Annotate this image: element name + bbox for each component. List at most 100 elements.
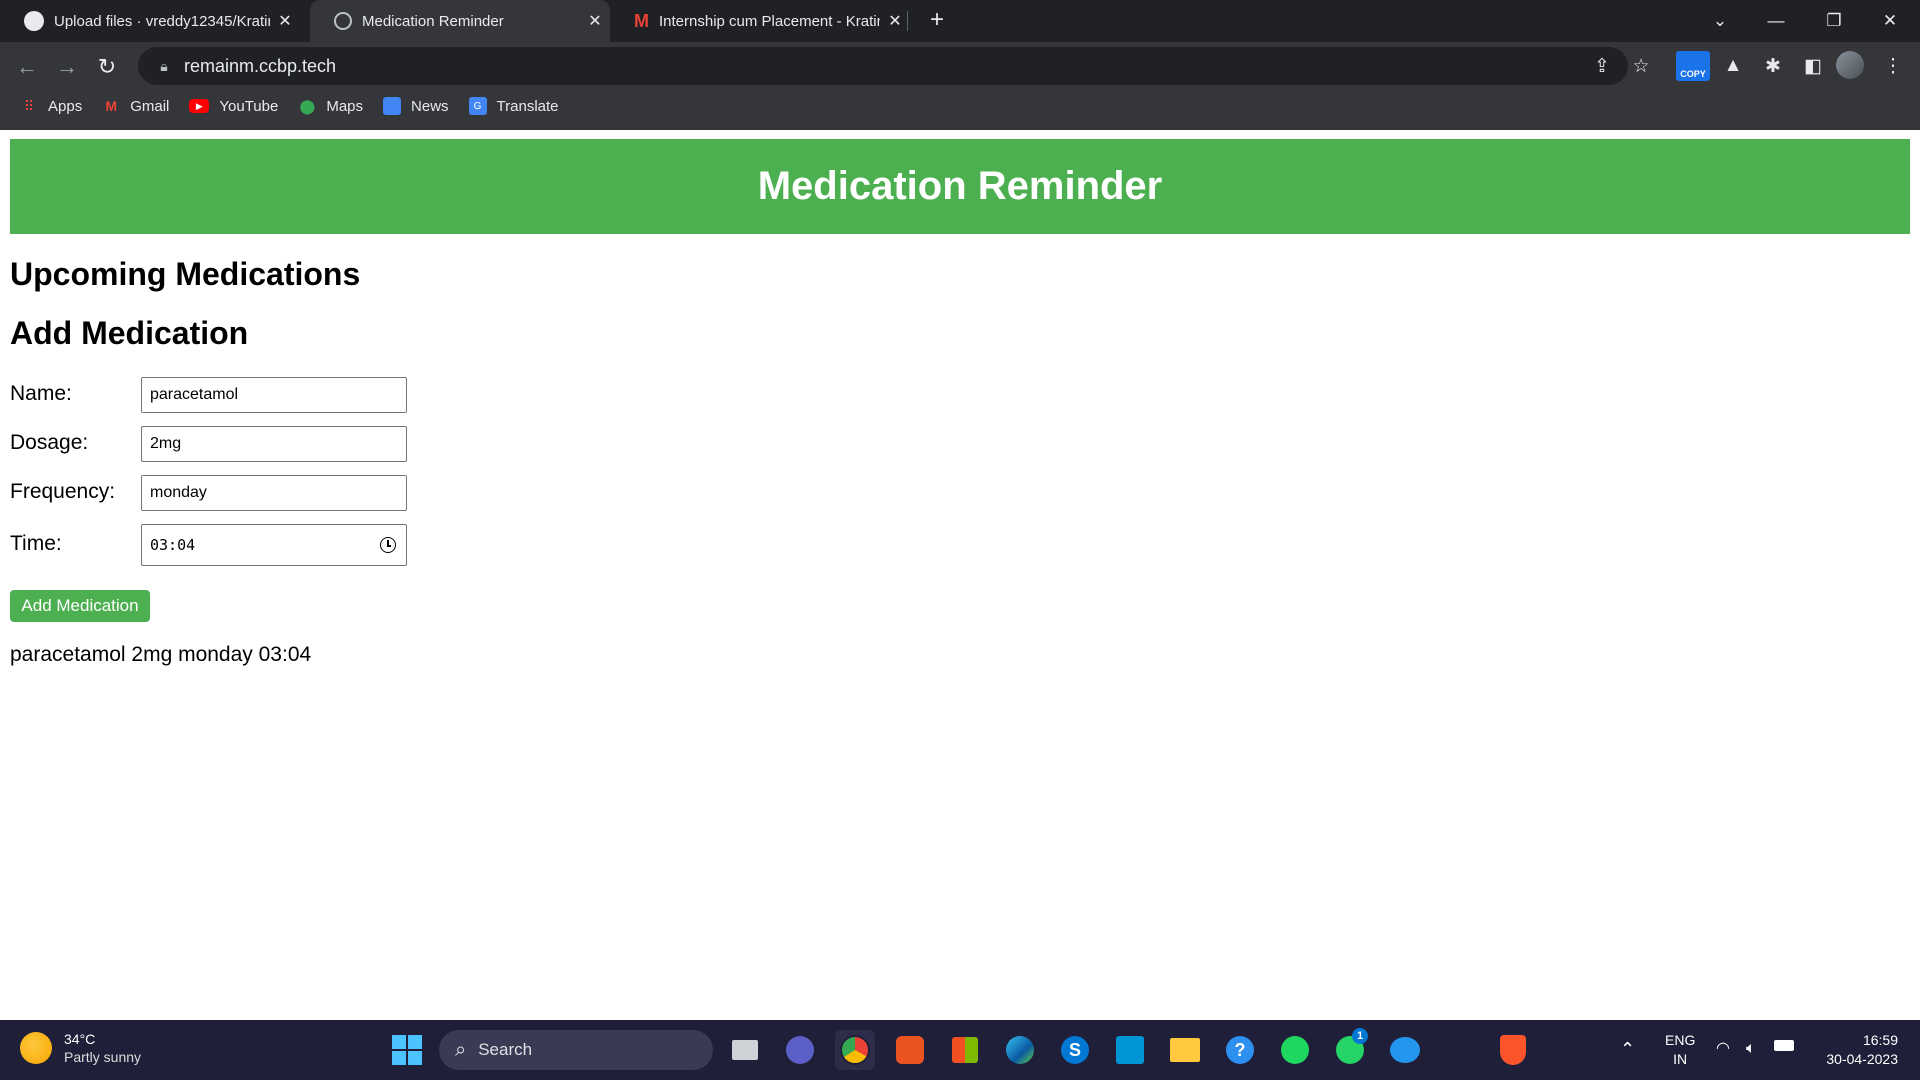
globe-icon <box>334 12 352 30</box>
gmail-icon: M <box>634 10 649 31</box>
myhp-icon[interactable] <box>1110 1030 1150 1070</box>
bookmark-maps[interactable]: ⬤ Maps <box>298 97 363 115</box>
restore-icon[interactable]: ❐ <box>1806 0 1862 42</box>
bookmark-label: Maps <box>326 97 364 115</box>
file-explorer-icon[interactable] <box>1165 1030 1205 1070</box>
time-input[interactable]: 03:04 <box>141 524 407 566</box>
time-value[interactable]: 03:04 <box>150 536 195 554</box>
youtube-icon: ▶ <box>189 99 210 113</box>
brave-icon[interactable] <box>1493 1030 1533 1070</box>
close-icon[interactable]: ✕ <box>580 11 610 31</box>
copy-extension-icon[interactable]: COPY <box>1676 50 1710 82</box>
browser-tabstrip: Upload files · vreddy12345/Kratin ✕ Medi… <box>0 0 1920 42</box>
address-bar[interactable]: 🔒︎ remainm.ccbp.tech <box>138 47 1628 85</box>
new-tab-button[interactable]: + <box>922 6 952 36</box>
close-icon[interactable]: ✕ <box>880 11 910 31</box>
microsoft-store-icon[interactable] <box>945 1030 985 1070</box>
volume-icon[interactable]: 🔈︎ <box>1746 1039 1756 1058</box>
taskbar-search[interactable]: ⌕ Search <box>439 1030 713 1070</box>
windows-taskbar: 34°C Partly sunny ⌕ Search S ? 1 ⌃ ENG I… <box>0 1020 1920 1080</box>
wifi-icon[interactable]: ◠ <box>1716 1039 1730 1058</box>
docker-icon[interactable] <box>1385 1030 1425 1070</box>
dosage-label: Dosage: <box>10 431 89 454</box>
drive-extension-icon[interactable]: ▲ <box>1716 50 1750 82</box>
apps-grid-icon: ⠿ <box>23 97 35 114</box>
copy-badge: COPY <box>1676 51 1710 81</box>
name-label: Name: <box>10 382 72 405</box>
language-code: ENG <box>1665 1032 1696 1048</box>
tab-medication-reminder[interactable]: Medication Reminder ✕ <box>310 0 610 42</box>
spotify-icon[interactable] <box>1275 1030 1315 1070</box>
minimize-icon[interactable]: — <box>1748 0 1804 42</box>
chrome-icon[interactable] <box>835 1030 875 1070</box>
bookmark-label: Apps <box>48 97 83 115</box>
ubuntu-icon[interactable] <box>890 1030 930 1070</box>
tab-title: Internship cum Placement - Kratin <box>659 12 880 30</box>
tab-title: Medication Reminder <box>362 12 504 30</box>
clock-time: 16:59 <box>1862 1032 1898 1048</box>
windows-start-icon[interactable] <box>387 1030 427 1070</box>
tab-upload-files[interactable]: Upload files · vreddy12345/Kratin ✕ <box>0 0 300 42</box>
reload-icon[interactable]: ↻ <box>90 50 124 84</box>
search-label: Search <box>478 1040 533 1059</box>
medication-list-item: paracetamol 2mg monday 03:04 <box>10 643 312 666</box>
weather-widget[interactable]: 34°C Partly sunny <box>20 1030 141 1066</box>
share-icon[interactable]: ⇪ <box>1587 51 1617 81</box>
bookmarks-bar: ⠿ Apps M Gmail ▶ YouTube ⬤ Maps News G T… <box>0 94 559 118</box>
get-help-icon[interactable]: ? <box>1220 1030 1260 1070</box>
dosage-input[interactable]: 2mg <box>141 426 407 462</box>
name-input[interactable]: paracetamol <box>141 377 407 413</box>
menu-kebab-icon[interactable]: ⋮ <box>1876 50 1910 82</box>
clock-icon[interactable] <box>380 537 396 553</box>
tab-title: Upload files · vreddy12345/Kratin <box>54 12 270 30</box>
web-page: Medication Reminder Upcoming Medications… <box>0 130 1920 1020</box>
bookmark-apps[interactable]: ⠿ Apps <box>20 97 82 115</box>
whatsapp-icon[interactable]: 1 <box>1330 1028 1370 1070</box>
bookmark-label: Translate <box>496 97 559 115</box>
clock-date: 30-04-2023 <box>1826 1051 1898 1067</box>
window-close-icon[interactable]: ✕ <box>1862 0 1918 42</box>
search-icon: ⌕ <box>455 1038 467 1061</box>
bookmark-gmail[interactable]: M Gmail <box>102 97 169 115</box>
battery-icon[interactable] <box>1774 1040 1794 1051</box>
tab-internship[interactable]: M Internship cum Placement - Kratin ✕ <box>610 0 910 42</box>
side-panel-icon[interactable]: ◧ <box>1796 50 1830 82</box>
maps-pin-icon: ⬤ <box>299 97 316 114</box>
partly-sunny-icon <box>20 1032 52 1064</box>
url-text[interactable]: remainm.ccbp.tech <box>184 56 336 77</box>
back-arrow-icon[interactable]: ← <box>10 50 44 84</box>
bookmark-news[interactable]: News <box>383 97 449 115</box>
language-indicator[interactable]: ENG IN <box>1665 1031 1695 1069</box>
edge-icon[interactable] <box>1000 1030 1040 1070</box>
system-clock[interactable]: 16:59 30-04-2023 <box>1812 1031 1898 1069</box>
lock-icon[interactable]: 🔒︎ <box>144 58 184 75</box>
notification-badge: 1 <box>1352 1028 1368 1044</box>
tab-search-chevron-icon[interactable]: ⌄ <box>1692 0 1748 42</box>
skype-icon[interactable]: S <box>1055 1030 1095 1070</box>
app-header: Medication Reminder <box>10 139 1910 234</box>
task-view-icon[interactable] <box>725 1030 765 1070</box>
time-label: Time: <box>10 532 62 555</box>
news-icon <box>383 97 402 115</box>
frequency-input[interactable]: monday <box>141 475 407 511</box>
close-icon[interactable]: ✕ <box>270 11 300 31</box>
github-icon <box>24 11 44 31</box>
extensions-puzzle-icon[interactable]: ✱ <box>1756 50 1790 82</box>
region-code: IN <box>1673 1051 1688 1067</box>
teams-chat-icon[interactable] <box>780 1030 820 1070</box>
add-medication-button[interactable]: Add Medication <box>10 590 150 622</box>
bookmark-translate[interactable]: G Translate <box>468 97 559 115</box>
add-medication-heading: Add Medication <box>10 315 249 351</box>
chevron-up-icon[interactable]: ⌃ <box>1620 1040 1635 1059</box>
app-title: Medication Reminder <box>757 164 1163 208</box>
bookmark-star-icon[interactable]: ☆ <box>1626 51 1656 81</box>
forward-arrow-icon[interactable]: → <box>50 50 84 84</box>
profile-avatar[interactable] <box>1836 51 1864 79</box>
bookmark-youtube[interactable]: ▶ YouTube <box>189 98 278 115</box>
weather-temperature: 34°C <box>64 1031 96 1047</box>
translate-icon: G <box>468 97 487 115</box>
upcoming-medications-heading: Upcoming Medications <box>10 256 361 292</box>
bookmark-label: News <box>411 97 449 115</box>
bookmark-label: YouTube <box>219 97 279 115</box>
frequency-label: Frequency: <box>10 480 116 503</box>
